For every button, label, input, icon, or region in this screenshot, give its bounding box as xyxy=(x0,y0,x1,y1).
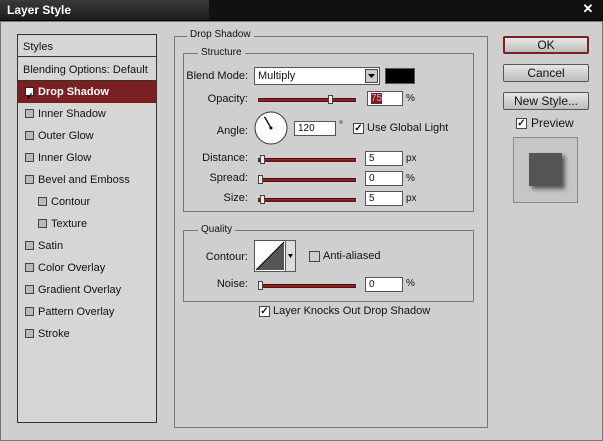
layer-knocks-out-checkbox[interactable]: ✓ xyxy=(259,306,270,317)
contour-curve-icon xyxy=(255,241,285,271)
style-checkbox[interactable] xyxy=(25,329,34,338)
use-global-light-checkbox[interactable]: ✓ xyxy=(353,123,364,134)
sidebar-item-stroke[interactable]: Stroke xyxy=(18,323,156,345)
sidebar-item-satin[interactable]: Satin xyxy=(18,235,156,257)
sidebar-item-label: Satin xyxy=(38,240,64,252)
noise-unit: % xyxy=(406,278,415,289)
angle-dial[interactable] xyxy=(254,111,288,145)
style-checkbox[interactable] xyxy=(25,175,34,184)
sidebar-item-outer-glow[interactable]: Outer Glow xyxy=(18,125,156,147)
sidebar-item-texture[interactable]: Texture xyxy=(18,213,156,235)
close-icon[interactable]: ✕ xyxy=(581,2,595,16)
spread-input[interactable]: 0 xyxy=(365,171,403,186)
distance-slider-track[interactable] xyxy=(258,158,356,162)
sidebar-item-contour[interactable]: Contour xyxy=(18,191,156,213)
spread-label: Spread: xyxy=(209,172,248,184)
noise-slider-track[interactable] xyxy=(258,284,356,288)
style-checkbox[interactable] xyxy=(25,285,34,294)
sidebar-item-label: Drop Shadow xyxy=(38,86,109,98)
style-checkbox[interactable] xyxy=(25,307,34,316)
dropdown-arrow-icon[interactable] xyxy=(365,69,378,83)
style-checkbox[interactable] xyxy=(25,131,34,140)
sidebar-item-label: Inner Glow xyxy=(38,152,92,164)
spread-unit: % xyxy=(406,173,415,184)
contour-label: Contour: xyxy=(205,251,248,263)
blend-mode-select[interactable]: Multiply xyxy=(254,67,380,85)
shadow-color-swatch[interactable] xyxy=(385,68,415,84)
noise-label: Noise: xyxy=(216,278,248,290)
drop-shadow-legend: Drop Shadow xyxy=(187,30,254,40)
quality-legend: Quality xyxy=(198,225,236,235)
size-slider-thumb[interactable] xyxy=(259,195,265,204)
quality-group xyxy=(183,230,474,302)
layer-style-dialog: Styles Blending Options: Default Drop Sh… xyxy=(0,21,603,441)
sidebar-item-label: Texture xyxy=(51,218,88,230)
spread-slider-thumb[interactable] xyxy=(258,175,263,184)
styles-header[interactable]: Styles xyxy=(18,35,156,57)
sidebar-item-label: Bevel and Emboss xyxy=(38,174,130,186)
structure-legend: Structure xyxy=(198,48,245,58)
preview-checkbox[interactable]: ✓ xyxy=(516,118,527,129)
style-checkbox[interactable] xyxy=(25,241,34,250)
preview-shadow-square xyxy=(529,153,562,186)
angle-label: Angle: xyxy=(216,125,248,137)
sidebar-item-inner-glow[interactable]: Inner Glow xyxy=(18,147,156,169)
title-bar: Layer Style ✕ xyxy=(0,0,603,21)
size-unit: px xyxy=(406,193,417,204)
angle-unit: ° xyxy=(339,120,343,131)
distance-label: Distance: xyxy=(202,152,248,164)
style-checkbox[interactable] xyxy=(38,219,47,228)
style-checkbox[interactable] xyxy=(25,153,34,162)
sidebar-item-label: Contour xyxy=(51,196,91,208)
styles-list: Styles Blending Options: Default Drop Sh… xyxy=(17,34,157,423)
layer-knocks-out-label: Layer Knocks Out Drop Shadow xyxy=(273,305,431,317)
ok-button[interactable]: OK xyxy=(503,36,589,54)
blend-mode-label: Blend Mode: xyxy=(186,70,248,82)
sidebar-item-drop-shadow[interactable]: Drop Shadow xyxy=(18,81,156,107)
anti-aliased-label: Anti-aliased xyxy=(323,250,381,262)
opacity-slider-thumb[interactable] xyxy=(327,95,333,104)
sidebar-item-label: Inner Shadow xyxy=(38,108,106,120)
style-checkbox[interactable] xyxy=(25,109,34,118)
noise-slider-thumb[interactable] xyxy=(258,281,263,290)
distance-unit: px xyxy=(406,153,417,164)
opacity-slider-track[interactable] xyxy=(258,98,356,102)
opacity-unit: % xyxy=(406,93,415,104)
sidebar-item-label: Pattern Overlay xyxy=(38,306,115,318)
sidebar-item-label: Stroke xyxy=(38,328,70,340)
opacity-value: 75 xyxy=(371,93,383,104)
style-checkbox[interactable] xyxy=(25,263,34,272)
sidebar-item-bevel-and-emboss[interactable]: Bevel and Emboss xyxy=(18,169,156,191)
size-label: Size: xyxy=(223,192,248,204)
sidebar-item-label: Outer Glow xyxy=(38,130,94,142)
anti-aliased-checkbox[interactable] xyxy=(309,251,320,262)
window-title: Layer Style xyxy=(7,3,72,17)
sidebar-item-pattern-overlay[interactable]: Pattern Overlay xyxy=(18,301,156,323)
blending-options-item[interactable]: Blending Options: Default xyxy=(18,59,156,81)
size-slider-track[interactable] xyxy=(258,198,356,202)
sidebar-item-label: Gradient Overlay xyxy=(38,284,122,296)
sidebar-item-gradient-overlay[interactable]: Gradient Overlay xyxy=(18,279,156,301)
cancel-button[interactable]: Cancel xyxy=(503,64,589,82)
distance-slider-thumb[interactable] xyxy=(259,155,265,164)
style-checkbox[interactable] xyxy=(25,85,34,107)
sidebar-item-label: Color Overlay xyxy=(38,262,106,274)
size-input[interactable]: 5 xyxy=(365,191,403,206)
style-checkbox[interactable] xyxy=(38,197,47,206)
distance-input[interactable]: 5 xyxy=(365,151,403,166)
angle-input[interactable]: 120 xyxy=(294,121,336,136)
contour-picker[interactable] xyxy=(254,240,296,272)
use-global-light-label: Use Global Light xyxy=(367,122,449,134)
opacity-input[interactable]: 75 xyxy=(367,91,403,106)
noise-input[interactable]: 0 xyxy=(365,277,403,292)
sidebar-item-color-overlay[interactable]: Color Overlay xyxy=(18,257,156,279)
opacity-label: Opacity: xyxy=(207,93,248,105)
sidebar-item-inner-shadow[interactable]: Inner Shadow xyxy=(18,103,156,125)
blend-mode-value: Multiply xyxy=(258,70,296,82)
preview-label: Preview xyxy=(531,116,574,130)
preview-thumbnail xyxy=(513,137,578,203)
contour-dropdown-icon[interactable] xyxy=(285,241,295,271)
spread-slider-track[interactable] xyxy=(258,178,356,182)
new-style-button[interactable]: New Style... xyxy=(503,92,589,110)
